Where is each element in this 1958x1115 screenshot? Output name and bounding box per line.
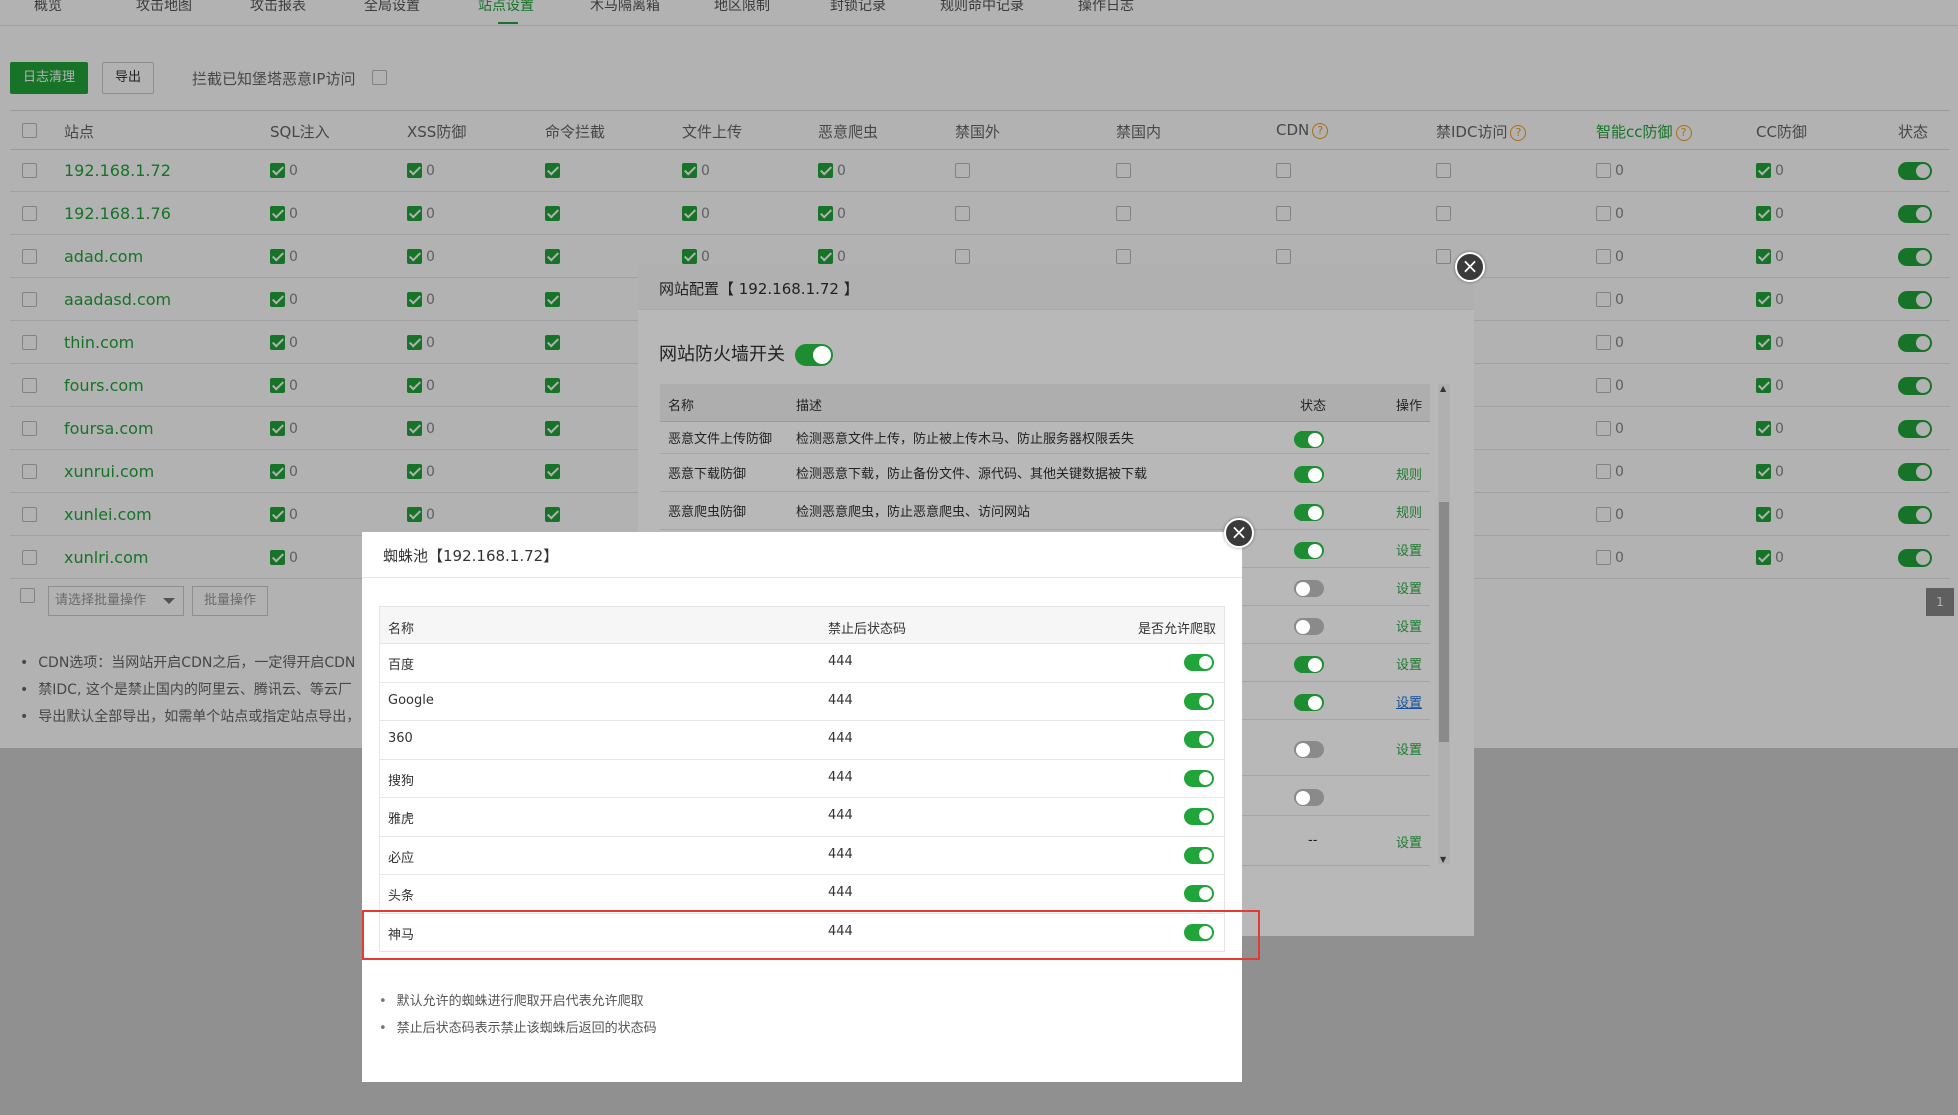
table-row: 恶意下载防御 检测恶意下载，防止备份文件、源代码、其他关键数据被下载 规则 <box>660 454 1430 492</box>
table-row: Google 444 <box>379 682 1225 721</box>
rule-action-link[interactable]: 设置 <box>1396 540 1422 559</box>
firewall-toggle[interactable] <box>795 344 833 366</box>
rule-action-link[interactable]: 设置 <box>1396 654 1422 673</box>
close-icon[interactable]: × <box>1455 252 1485 282</box>
spider-pool-title: 蜘蛛池【192.168.1.72】 <box>362 532 1242 578</box>
rule-status-toggle[interactable] <box>1294 542 1324 559</box>
rule-status-toggle[interactable] <box>1294 466 1324 483</box>
spider-pool-tips: 默认允许的蜘蛛进行爬取开启代表允许爬取 禁止后状态码表示禁止该蜘蛛后返回的状态码 <box>379 990 657 1044</box>
allow-crawl-toggle[interactable] <box>1184 769 1214 787</box>
page: 概览 攻击地图 攻击报表 全局设置 站点设置 木马隔离箱 地区限制 封锁记录 规… <box>0 0 1958 1115</box>
rule-name: 恶意文件上传防御 <box>668 432 773 447</box>
rule-action-link[interactable]: 规则 <box>1396 464 1422 483</box>
rule-status-toggle[interactable] <box>1294 431 1324 448</box>
rule-status-toggle[interactable] <box>1294 580 1324 597</box>
spider-name: 360 <box>388 731 413 746</box>
site-config-table-header: 名称 描述 状态 操作 <box>660 384 1430 422</box>
rule-desc: 检测恶意下载，防止备份文件、源代码、其他关键数据被下载 <box>796 467 1148 482</box>
col-desc: 描述 <box>796 399 823 414</box>
col-status: 状态 <box>1300 399 1327 414</box>
firewall-switch-label: 网站防火墙开关 <box>659 344 785 365</box>
table-row: 360 444 <box>379 721 1225 760</box>
spider-name: 必应 <box>388 850 415 866</box>
allow-crawl-toggle[interactable] <box>1184 692 1214 710</box>
rule-status-toggle[interactable] <box>1294 741 1324 758</box>
rule-action-link[interactable]: 规则 <box>1396 502 1422 521</box>
tip-item: 默认允许的蜘蛛进行爬取开启代表允许爬取 <box>379 990 657 1017</box>
rule-name: 恶意爬虫防御 <box>668 505 747 520</box>
highlight-box <box>362 910 1260 960</box>
spider-status-code: 444 <box>828 692 853 708</box>
rule-action-link[interactable]: 设置 <box>1396 832 1422 851</box>
rule-action-link[interactable]: 设置 <box>1396 578 1422 597</box>
table-row: 雅虎 444 <box>379 798 1225 837</box>
spider-status-code: 444 <box>828 769 853 785</box>
rule-status-toggle[interactable] <box>1294 694 1324 711</box>
rule-desc: 检测恶意爬虫，防止恶意爬虫、访问网站 <box>796 505 1031 520</box>
rule-action-link[interactable]: 设置 <box>1396 616 1422 635</box>
spider-name: 百度 <box>388 658 415 673</box>
col-name: 名称 <box>388 622 415 637</box>
col-action: 操作 <box>1396 399 1423 414</box>
table-row: 恶意文件上传防御 检测恶意文件上传，防止被上传木马、防止服务器权限丢失 <box>660 422 1430 454</box>
spider-name: Google <box>388 692 434 708</box>
site-config-title: 网站配置【 192.168.1.72 】 <box>638 264 1474 310</box>
rule-status-toggle[interactable] <box>1294 618 1324 635</box>
rule-status-text: -- <box>1308 833 1318 848</box>
table-row: 百度 444 <box>379 644 1225 683</box>
table-row: 搜狗 444 <box>379 759 1225 798</box>
rule-name: 恶意下载防御 <box>668 467 747 482</box>
table-row: 头条 444 <box>379 875 1225 914</box>
spider-name: 搜狗 <box>388 773 415 789</box>
spider-status-code: 444 <box>828 808 853 823</box>
spider-status-code: 444 <box>828 846 853 862</box>
firewall-switch-row: 网站防火墙开关 <box>659 340 833 366</box>
spider-pool-dialog: 蜘蛛池【192.168.1.72】 名称 禁止后状态码 是否允许爬取 百度 444… <box>362 532 1242 1082</box>
spider-status-code: 444 <box>828 654 853 669</box>
allow-crawl-toggle[interactable] <box>1184 654 1214 671</box>
tip-item: 禁止后状态码表示禁止该蜘蛛后返回的状态码 <box>379 1017 657 1044</box>
rule-action-link[interactable]: 设置 <box>1396 692 1422 711</box>
col-name: 名称 <box>668 399 695 414</box>
rule-status-toggle[interactable] <box>1294 504 1324 521</box>
allow-crawl-toggle[interactable] <box>1184 808 1214 825</box>
close-icon[interactable]: × <box>1224 518 1254 548</box>
spider-status-code: 444 <box>828 731 853 746</box>
allow-crawl-toggle[interactable] <box>1184 885 1214 902</box>
scrollbar-thumb[interactable] <box>1439 502 1449 742</box>
table-row: 必应 444 <box>379 836 1225 875</box>
spider-status-code: 444 <box>828 885 853 900</box>
spider-pool-table-header: 名称 禁止后状态码 是否允许爬取 <box>379 606 1225 644</box>
site-config-scrollbar[interactable]: ▲ ▼ <box>1438 384 1450 864</box>
col-status-code: 禁止后状态码 <box>828 622 907 637</box>
allow-crawl-toggle[interactable] <box>1184 846 1214 864</box>
rule-action-link[interactable]: 设置 <box>1396 739 1422 758</box>
rule-status-toggle[interactable] <box>1294 656 1324 673</box>
rule-desc: 检测恶意文件上传，防止被上传木马、防止服务器权限丢失 <box>796 432 1135 447</box>
table-row: 恶意爬虫防御 检测恶意爬虫，防止恶意爬虫、访问网站 规则 <box>660 492 1430 530</box>
rule-status-toggle[interactable] <box>1294 789 1324 806</box>
spider-name: 雅虎 <box>388 812 415 827</box>
scroll-up-icon[interactable]: ▲ <box>1440 384 1446 393</box>
spider-name: 头条 <box>388 889 415 904</box>
allow-crawl-toggle[interactable] <box>1184 731 1214 748</box>
scroll-down-icon[interactable]: ▼ <box>1440 855 1446 864</box>
col-allow-crawl: 是否允许爬取 <box>1137 622 1216 637</box>
